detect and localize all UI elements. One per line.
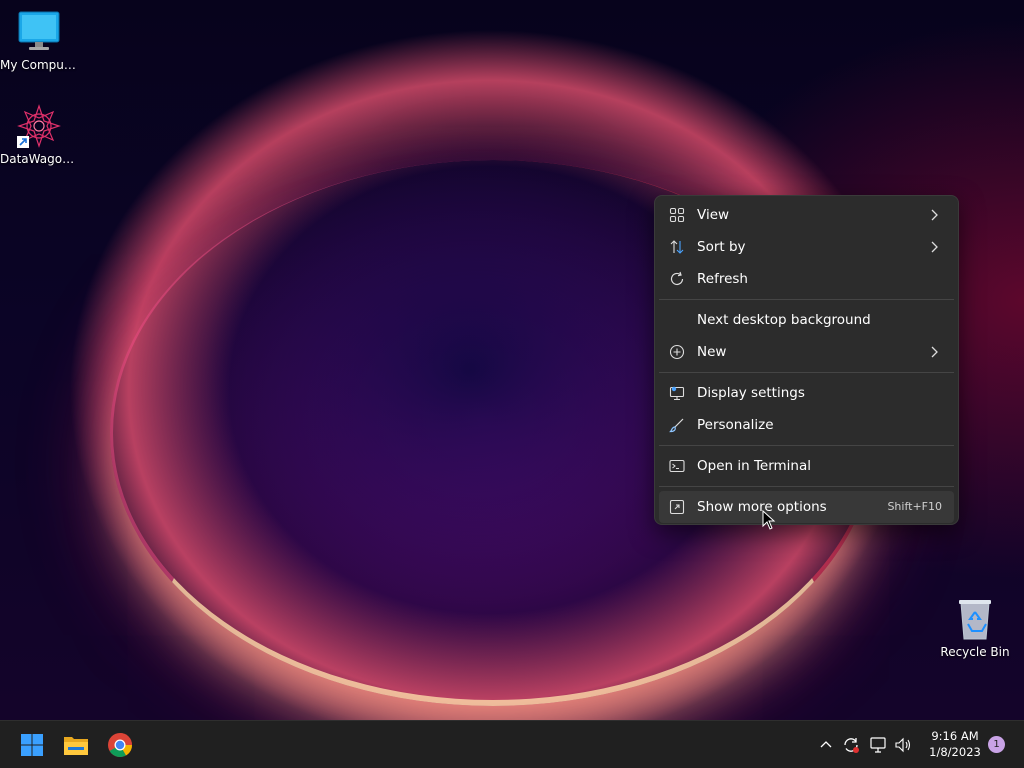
sync-button[interactable] bbox=[841, 735, 861, 755]
menu-item-refresh[interactable]: Refresh bbox=[659, 263, 954, 295]
clock-date: 1/8/2023 bbox=[929, 745, 981, 759]
menu-separator bbox=[659, 445, 954, 446]
volume-button[interactable] bbox=[893, 735, 913, 755]
desktop-icon-datawagon[interactable]: DataWagon... bbox=[0, 104, 78, 166]
desktop-icon-label: My Computer bbox=[0, 58, 78, 72]
folder-icon bbox=[64, 737, 88, 755]
menu-item-shortcut: Shift+F10 bbox=[887, 500, 942, 513]
expand-icon bbox=[669, 499, 685, 515]
menu-item-label: Personalize bbox=[697, 417, 774, 433]
menu-item-label: Next desktop background bbox=[697, 312, 871, 328]
datawagon-shortcut-icon bbox=[17, 104, 61, 148]
menu-item-personalize[interactable]: Personalize bbox=[659, 409, 954, 441]
mouse-cursor-icon bbox=[762, 509, 776, 530]
chevron-right-icon bbox=[926, 207, 942, 223]
display-settings-icon bbox=[669, 385, 685, 401]
chevron-right-icon bbox=[926, 344, 942, 360]
volume-icon bbox=[895, 737, 911, 753]
menu-separator bbox=[659, 299, 954, 300]
desktop-icon-label: DataWagon... bbox=[0, 152, 78, 166]
desktop-icon-recycle-bin[interactable]: Recycle Bin bbox=[936, 597, 1014, 659]
chrome-icon bbox=[108, 733, 132, 758]
desktop-icon-my-computer[interactable]: My Computer bbox=[0, 10, 78, 72]
recycle-bin-icon bbox=[953, 597, 997, 641]
menu-item-sort-by[interactable]: Sort by bbox=[659, 231, 954, 263]
menu-item-label: Refresh bbox=[697, 271, 748, 287]
chrome-button[interactable] bbox=[104, 729, 136, 761]
sort-arrows-icon bbox=[669, 239, 685, 255]
menu-item-display-settings[interactable]: Display settings bbox=[659, 377, 954, 409]
desktop-icon-label: Recycle Bin bbox=[940, 645, 1010, 659]
menu-separator bbox=[659, 372, 954, 373]
notification-badge[interactable]: 1 bbox=[988, 736, 1005, 753]
menu-item-label: Open in Terminal bbox=[697, 458, 811, 474]
network-button[interactable] bbox=[868, 735, 888, 755]
terminal-icon bbox=[669, 458, 685, 474]
menu-item-label: Sort by bbox=[697, 239, 746, 255]
chevron-right-icon bbox=[926, 239, 942, 255]
file-explorer-button[interactable] bbox=[60, 729, 92, 761]
brush-icon bbox=[669, 417, 685, 433]
desktop[interactable]: My Computer DataWagon... Recycle Bin Vie… bbox=[0, 0, 1024, 720]
plus-circle-icon bbox=[669, 344, 685, 360]
menu-item-next-desktop-background[interactable]: Next desktop background bbox=[659, 304, 954, 336]
sync-icon bbox=[844, 738, 859, 753]
monitor-icon bbox=[17, 10, 61, 54]
menu-item-open-in-terminal[interactable]: Open in Terminal bbox=[659, 450, 954, 482]
menu-item-label: Display settings bbox=[697, 385, 805, 401]
menu-item-view[interactable]: View bbox=[659, 199, 954, 231]
desktop-context-menu: View Sort by Refresh Next desktop backgr… bbox=[654, 195, 959, 525]
taskbar: 9:16 AM 1/8/2023 1 bbox=[0, 720, 1024, 768]
grid-icon bbox=[669, 207, 685, 223]
windows-logo-icon bbox=[21, 734, 43, 756]
show-hidden-icons-button[interactable] bbox=[816, 735, 836, 755]
menu-item-label: View bbox=[697, 207, 730, 223]
menu-item-show-more-options[interactable]: Show more options Shift+F10 bbox=[659, 491, 954, 523]
menu-item-label: New bbox=[697, 344, 727, 360]
chevron-up-icon bbox=[820, 741, 832, 748]
network-icon bbox=[870, 737, 886, 753]
start-button[interactable] bbox=[16, 729, 48, 761]
taskbar-clock[interactable]: 9:16 AM 1/8/2023 bbox=[922, 728, 988, 760]
menu-separator bbox=[659, 486, 954, 487]
clock-time: 9:16 AM bbox=[931, 729, 979, 743]
menu-item-new[interactable]: New bbox=[659, 336, 954, 368]
refresh-icon bbox=[669, 271, 685, 287]
